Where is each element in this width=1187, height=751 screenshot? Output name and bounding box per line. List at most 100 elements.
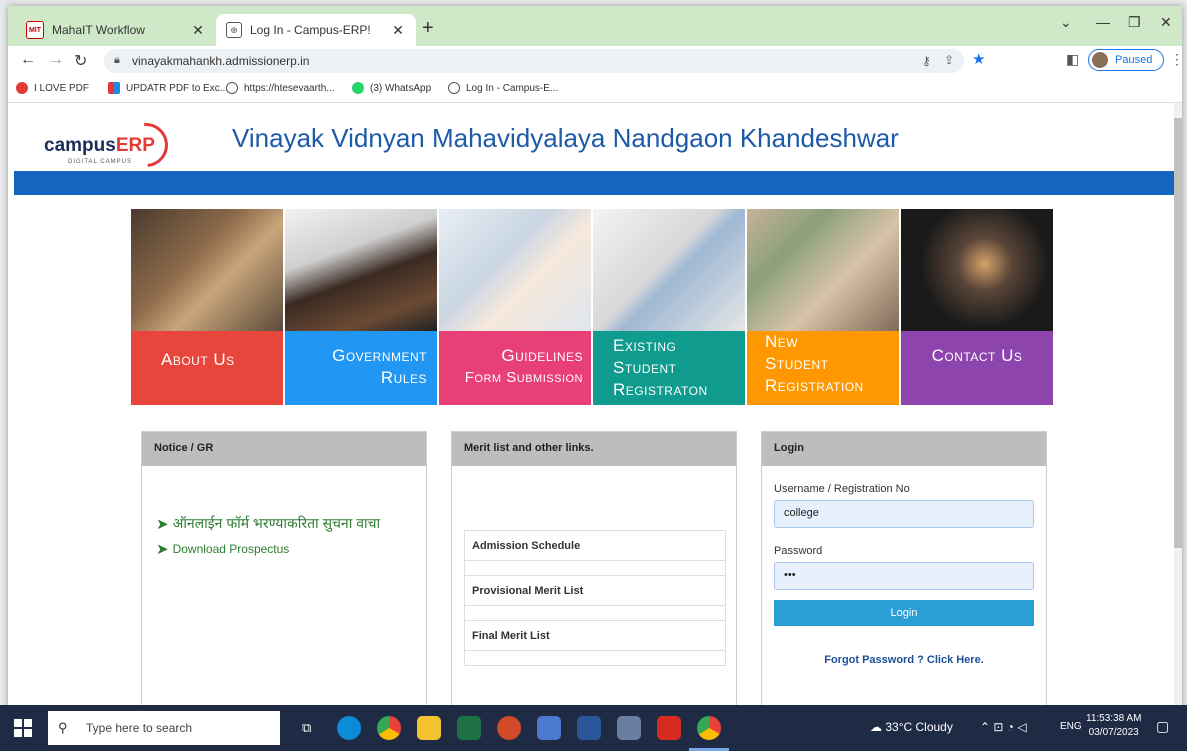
window-close-icon[interactable]: ✕ bbox=[1160, 14, 1172, 31]
search-placeholder: Type here to search bbox=[86, 721, 193, 735]
page-title: Vinayak Vidnyan Mahavidyalaya Nandgaon K… bbox=[232, 123, 899, 153]
globe-icon bbox=[448, 82, 460, 94]
scrollbar-thumb[interactable] bbox=[1174, 118, 1182, 548]
tile-image-form bbox=[439, 209, 591, 331]
arrow-icon: ➤ bbox=[156, 541, 169, 558]
cloud-icon: ☁ bbox=[870, 720, 882, 734]
login-panel: Login Username / Registration No college… bbox=[761, 431, 1047, 711]
clock[interactable]: 11:53:38 AM 03/07/2023 bbox=[1086, 712, 1141, 740]
url-text: vinayakmahankh.admissionerp.in bbox=[132, 54, 310, 68]
task-view-icon[interactable]: ⧉ bbox=[302, 720, 311, 736]
arrow-icon: ➤ bbox=[156, 515, 169, 533]
tab-campus-erp[interactable]: ◎ Log In - Campus-ERP! ✕ bbox=[216, 14, 416, 46]
bookmark-ilovepdf[interactable]: I LOVE PDF bbox=[16, 82, 89, 94]
excel-icon[interactable] bbox=[457, 716, 481, 740]
app-icon[interactable] bbox=[497, 716, 521, 740]
menu-icon[interactable]: ⋮ bbox=[1170, 51, 1182, 68]
whatsapp-icon bbox=[352, 82, 364, 94]
close-icon[interactable]: ✕ bbox=[190, 22, 206, 39]
share-icon[interactable]: ⇪ bbox=[944, 53, 954, 67]
menu-tiles: About Us Government Rules Guidelines For… bbox=[131, 209, 1053, 405]
tile-image-exam-hall bbox=[747, 209, 899, 331]
chrome-icon[interactable] bbox=[697, 716, 721, 740]
list-divider bbox=[465, 651, 725, 665]
acrobat-icon[interactable] bbox=[657, 716, 681, 740]
tile-image-gavel bbox=[285, 209, 437, 331]
merit-panel: Merit list and other links. Admission Sc… bbox=[451, 431, 737, 711]
bookmark-htesevaarth[interactable]: https://htesevaarth... bbox=[226, 82, 335, 94]
edge-icon[interactable] bbox=[337, 716, 361, 740]
username-label: Username / Registration No bbox=[774, 483, 910, 495]
new-tab-button[interactable]: + bbox=[422, 18, 434, 38]
file-explorer-icon[interactable] bbox=[417, 716, 441, 740]
tab-title: Log In - Campus-ERP! bbox=[250, 23, 371, 37]
tray-icons[interactable]: ⌃ ⊡ ◔ ◁ bbox=[980, 720, 1027, 734]
list-divider bbox=[465, 561, 725, 576]
reload-icon[interactable]: ↻ bbox=[74, 51, 87, 71]
key-icon[interactable]: ⚷ bbox=[922, 54, 931, 68]
heart-icon bbox=[16, 82, 28, 94]
tile-label: About Us bbox=[131, 331, 283, 405]
notice-panel: Notice / GR ➤ ऑनलाईन फॉर्म भरण्याकरिता स… bbox=[141, 431, 427, 711]
tile-label: Existing Student Registraton bbox=[593, 331, 745, 405]
notice-link-prospectus[interactable]: ➤ Download Prospectus bbox=[156, 540, 289, 558]
word-icon[interactable] bbox=[577, 716, 601, 740]
tile-image-mail bbox=[901, 209, 1053, 331]
language-indicator[interactable]: ENG bbox=[1060, 721, 1082, 732]
password-field[interactable]: ••• bbox=[774, 562, 1034, 590]
windows-start-icon[interactable] bbox=[14, 719, 32, 737]
taskbar-search[interactable]: ⚲ Type here to search bbox=[48, 711, 280, 745]
browser-window: MIT MahaIT Workflow ✕ ◎ Log In - Campus-… bbox=[8, 6, 1182, 746]
app-icon[interactable] bbox=[617, 716, 641, 740]
tile-new-student[interactable]: New Student Registration bbox=[747, 209, 899, 405]
bookmark-updatr[interactable]: UPDATR PDF to Exc... bbox=[108, 82, 228, 94]
address-bar[interactable]: 🔒︎ vinayakmahankh.admissionerp.in ⚷ ⇪ bbox=[104, 49, 964, 73]
tile-existing-student[interactable]: Existing Student Registraton bbox=[593, 209, 745, 405]
chevron-down-icon[interactable]: ⌄ bbox=[1060, 14, 1072, 31]
tile-government-rules[interactable]: Government Rules bbox=[285, 209, 437, 405]
weather-widget[interactable]: ☁ 33°C Cloudy bbox=[870, 720, 953, 734]
profile-button[interactable]: Paused bbox=[1088, 49, 1164, 71]
tile-label: Contact Us bbox=[901, 331, 1053, 405]
merit-links-list: Admission Schedule Provisional Merit Lis… bbox=[464, 530, 726, 666]
link-final-merit-list[interactable]: Final Merit List bbox=[465, 621, 725, 651]
notice-link-online-form[interactable]: ➤ ऑनलाईन फॉर्म भरण्याकरिता सुचना वाचा bbox=[156, 514, 380, 533]
globe-icon bbox=[226, 82, 238, 94]
clock-date: 03/07/2023 bbox=[1088, 727, 1139, 738]
clock-time: 11:53:38 AM bbox=[1086, 713, 1142, 724]
close-icon[interactable]: ✕ bbox=[390, 22, 406, 39]
pdf-tool-icon bbox=[108, 82, 120, 94]
star-icon[interactable]: ★ bbox=[972, 50, 985, 68]
taskbar: ⚲ Type here to search ⧉ ☁ 33°C Cloudy ⌃ … bbox=[0, 705, 1187, 751]
tile-label: New Student Registration bbox=[747, 331, 899, 405]
sidepanel-icon[interactable]: ◧ bbox=[1066, 51, 1079, 68]
bookmarks-bar: I LOVE PDF UPDATR PDF to Exc... https://… bbox=[8, 76, 1182, 103]
link-provisional-merit-list[interactable]: Provisional Merit List bbox=[465, 576, 725, 606]
tile-about-us[interactable]: About Us bbox=[131, 209, 283, 405]
chrome-icon[interactable] bbox=[377, 716, 401, 740]
globe-icon: ◎ bbox=[226, 22, 242, 38]
mahait-icon: MIT bbox=[26, 21, 44, 39]
forgot-password-link[interactable]: Forgot Password ? Click Here. bbox=[774, 654, 1034, 666]
tile-contact-us[interactable]: Contact Us bbox=[901, 209, 1053, 405]
restore-icon[interactable]: ❐ bbox=[1128, 14, 1141, 31]
tab-strip: MIT MahaIT Workflow ✕ ◎ Log In - Campus-… bbox=[8, 6, 1182, 46]
app-icon[interactable] bbox=[537, 716, 561, 740]
bookmark-whatsapp[interactable]: (3) WhatsApp bbox=[352, 82, 431, 94]
profile-status: Paused bbox=[1115, 54, 1153, 66]
minimize-icon[interactable]: — bbox=[1096, 14, 1110, 30]
password-label: Password bbox=[774, 545, 823, 557]
login-button[interactable]: Login bbox=[774, 600, 1034, 626]
search-icon: ⚲ bbox=[58, 720, 68, 735]
avatar bbox=[1092, 52, 1108, 68]
username-field[interactable]: college bbox=[774, 500, 1034, 528]
forward-arrow-icon[interactable]: → bbox=[48, 51, 64, 69]
link-admission-schedule[interactable]: Admission Schedule bbox=[465, 531, 725, 561]
tab-mahait[interactable]: MIT MahaIT Workflow ✕ bbox=[16, 14, 216, 46]
tile-guidelines[interactable]: Guidelines Form Submission bbox=[439, 209, 591, 405]
header-bar bbox=[14, 171, 1174, 195]
notification-icon[interactable]: ▢ bbox=[1156, 718, 1169, 735]
campus-erp-logo[interactable]: campusERP DIGITAL CAMPUS bbox=[44, 114, 177, 176]
back-arrow-icon[interactable]: ← bbox=[20, 51, 36, 69]
bookmark-campus-erp[interactable]: Log In - Campus-E... bbox=[448, 82, 558, 94]
